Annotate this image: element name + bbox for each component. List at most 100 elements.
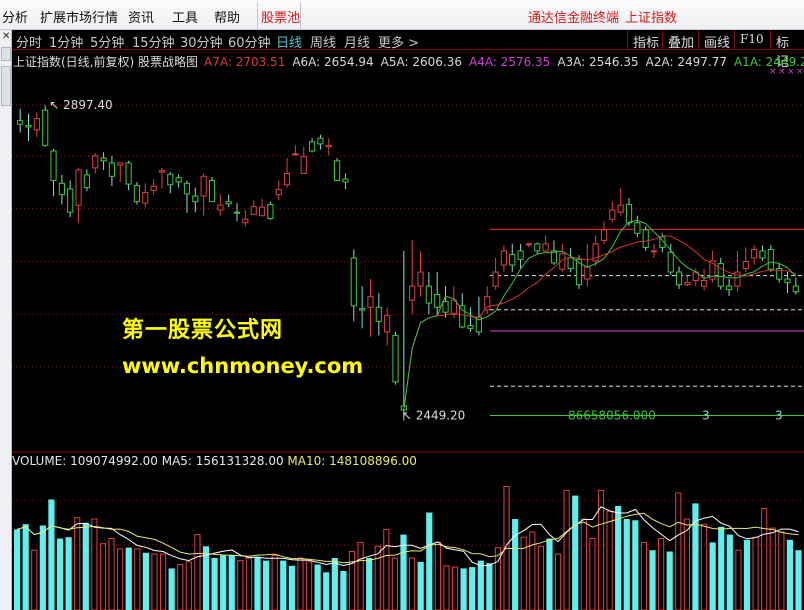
- period-weekly[interactable]: 周线: [310, 32, 336, 51]
- candle-body: [208, 180, 216, 203]
- candle-body: [308, 141, 316, 152]
- menu-tools[interactable]: 工具: [172, 7, 198, 26]
- candle-body: [233, 211, 241, 214]
- close-icon[interactable]: ✕: [2, 31, 10, 42]
- candle-body: [142, 191, 149, 204]
- volume-bar: [434, 541, 441, 610]
- scrollbar-thumb[interactable]: [1, 66, 11, 106]
- high-price-label: ↖ 2897.40: [49, 98, 113, 112]
- volume-bar: [91, 518, 98, 610]
- left-sidebar-strip: ✕: [0, 30, 12, 610]
- candle-body: [634, 222, 641, 234]
- marker-x: ×: [787, 69, 795, 77]
- volume-bar: [168, 568, 175, 610]
- candle-body: [58, 182, 65, 196]
- period-15min[interactable]: 15分钟: [132, 32, 175, 51]
- candle-body: [600, 229, 608, 241]
- mark-button[interactable]: 标记: [770, 30, 804, 70]
- indicator-button[interactable]: 指标: [627, 30, 664, 51]
- volume-bar: [743, 539, 751, 610]
- candle-body: [92, 155, 99, 169]
- candle-body: [342, 178, 349, 183]
- candle-body: [767, 249, 774, 270]
- candle-body: [83, 174, 90, 189]
- period-5min[interactable]: 5分钟: [90, 32, 124, 51]
- f10-button[interactable]: F10: [734, 30, 769, 50]
- menu-analysis[interactable]: 分析: [2, 7, 28, 26]
- overlay-button[interactable]: 叠加: [662, 30, 699, 51]
- candle-body: [150, 185, 157, 191]
- watermark-title: 第一股票公式网: [122, 318, 284, 343]
- level-a7a: A7A: 2703.51: [204, 55, 286, 69]
- volume-bar: [56, 538, 64, 610]
- candle-body: [167, 173, 174, 186]
- candle-body: [742, 260, 749, 270]
- volume-bar: [31, 549, 38, 610]
- volume-bar: [726, 534, 733, 610]
- candle-body: [192, 195, 199, 203]
- candle-body: [642, 229, 649, 248]
- candle-body: [392, 334, 399, 383]
- candle-body: [375, 306, 382, 322]
- period-daily[interactable]: 日线: [276, 32, 302, 51]
- volume-bar: [99, 543, 107, 610]
- volume-bar: [477, 560, 484, 610]
- menu-help[interactable]: 帮助: [214, 7, 240, 26]
- volume-bar: [469, 567, 476, 610]
- volume-bar: [769, 527, 776, 610]
- volume-bar: [417, 561, 424, 610]
- candle-body: [250, 206, 257, 215]
- menu-stock-pool[interactable]: 股票池: [261, 7, 300, 26]
- volume-value: VOLUME: 109074992.00: [12, 454, 158, 468]
- volume-bar: [606, 510, 613, 610]
- scroll-up-button[interactable]: [1, 47, 11, 61]
- candle-body: [650, 250, 658, 253]
- low-price-label: ↖ 2449.20: [402, 408, 466, 422]
- level-a2a: A2A: 2497.77: [645, 55, 727, 69]
- volume-bar: [692, 503, 699, 610]
- period-tick[interactable]: 分时: [16, 32, 42, 51]
- volume-bar: [194, 534, 201, 610]
- menu-extended-market[interactable]: 扩展市场行情: [40, 7, 118, 26]
- candle-body: [517, 250, 524, 260]
- candle-body: [200, 175, 207, 197]
- candle-body: [242, 218, 249, 224]
- menu-separator: [300, 2, 301, 29]
- period-monthly[interactable]: 月线: [344, 32, 370, 51]
- volume-bar: [426, 512, 433, 610]
- volume-bar: [658, 538, 665, 610]
- chart-title: 上证指数(日线,前复权) 股票战略图: [13, 55, 198, 69]
- candle-body: [759, 250, 766, 259]
- period-1min[interactable]: 1分钟: [49, 32, 83, 51]
- candle-body: [33, 118, 40, 131]
- candle-body: [450, 299, 457, 315]
- candle-body: [492, 271, 499, 287]
- volume-ma10: MA10: 148108896.00: [287, 454, 417, 468]
- volume-bar: [82, 522, 89, 610]
- candle-body: [350, 257, 357, 307]
- volume-bar: [709, 542, 716, 610]
- period-30min[interactable]: 30分钟: [180, 32, 223, 51]
- candle-body: [317, 137, 324, 145]
- candle-body: [267, 203, 274, 220]
- volume-bar: [323, 572, 330, 610]
- volume-bar: [280, 560, 287, 610]
- volume-bar: [134, 548, 141, 610]
- volume-bar: [675, 492, 682, 610]
- period-60min[interactable]: 60分钟: [228, 32, 271, 51]
- candle-body: [675, 271, 683, 286]
- period-more[interactable]: 更多 >: [378, 32, 419, 51]
- draw-line-button[interactable]: 画线: [698, 30, 735, 51]
- level-a3a: A3A: 2546.35: [557, 55, 639, 69]
- volume-bar: [117, 548, 124, 610]
- candle-body: [409, 285, 416, 301]
- candle-body: [217, 204, 224, 211]
- candle-body: [125, 162, 132, 185]
- menu-news[interactable]: 资讯: [128, 7, 154, 26]
- candle-body: [417, 271, 424, 287]
- volume-bar: [623, 519, 630, 610]
- volume-bar: [391, 557, 399, 610]
- volume-bar: [177, 564, 184, 610]
- volume-bar: [151, 553, 158, 610]
- volume-bar: [512, 519, 519, 610]
